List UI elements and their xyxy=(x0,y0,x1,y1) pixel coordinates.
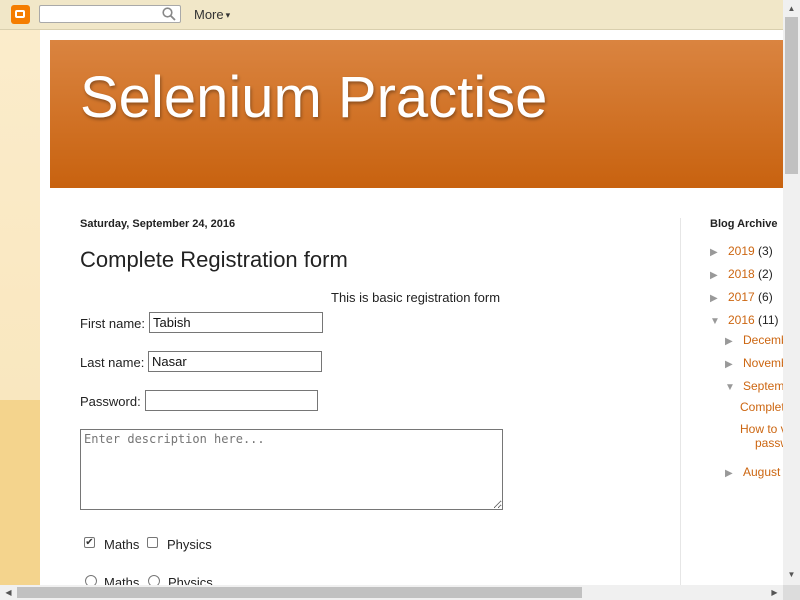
archive-month-link[interactable]: September xyxy=(743,379,783,393)
form-intro-text: This is basic registration form xyxy=(331,290,501,305)
blog-header: Selenium Practise xyxy=(50,40,783,188)
blog-archive-title: Blog Archive xyxy=(710,218,778,230)
archive-month-november[interactable]: ▶November xyxy=(725,356,783,370)
archive-month-link[interactable]: December xyxy=(743,333,783,347)
archive-month-december[interactable]: ▶December xyxy=(725,333,783,347)
search-icon[interactable] xyxy=(162,7,176,21)
archive-month-september[interactable]: ▼September xyxy=(725,379,783,393)
sidebar-divider xyxy=(680,218,681,585)
expand-arrow-icon[interactable]: ▶ xyxy=(710,270,728,281)
scroll-right-icon[interactable]: ▶ xyxy=(766,585,783,600)
archive-post-link[interactable]: How to v xyxy=(740,422,783,436)
archive-post-how-to-verify-cont[interactable]: passw xyxy=(755,436,783,450)
horizontal-scroll-thumb[interactable] xyxy=(17,587,582,598)
archive-year-link[interactable]: 2017 xyxy=(728,290,755,304)
search-input[interactable] xyxy=(39,5,181,23)
blogger-icon[interactable] xyxy=(11,5,30,24)
maths-checkbox[interactable]: ✔ xyxy=(84,537,95,548)
collapse-arrow-icon[interactable]: ▼ xyxy=(710,316,728,327)
main-content: Selenium Practise Saturday, September 24… xyxy=(40,30,783,585)
horizontal-scrollbar[interactable]: ◀ ▶ xyxy=(0,585,783,600)
archive-post-link[interactable]: Complete Registration form xyxy=(740,400,783,414)
archive-year-link[interactable]: 2019 xyxy=(728,244,755,258)
vertical-scrollbar[interactable]: ▲ ▼ xyxy=(783,0,800,585)
archive-year-2017[interactable]: ▶ 2017 (6) xyxy=(710,290,773,304)
archive-month-link[interactable]: November xyxy=(743,356,783,370)
expand-arrow-icon[interactable]: ▶ xyxy=(725,468,743,479)
maths-radio[interactable] xyxy=(85,575,97,585)
physics-radio-label: Physics xyxy=(168,575,213,585)
description-textarea[interactable] xyxy=(80,429,503,510)
archive-post-link[interactable]: passw xyxy=(755,436,783,450)
archive-year-2016[interactable]: ▼ 2016 (11) xyxy=(710,313,779,327)
expand-arrow-icon[interactable]: ▶ xyxy=(710,247,728,258)
page-background-lower xyxy=(0,400,40,585)
archive-count: (11) xyxy=(758,313,779,327)
archive-month-link[interactable]: August xyxy=(743,465,780,479)
scrollbar-corner xyxy=(783,585,800,600)
last-name-field[interactable] xyxy=(148,351,322,372)
scroll-down-icon[interactable]: ▼ xyxy=(783,566,800,583)
first-name-field[interactable] xyxy=(149,312,323,333)
last-name-label: Last name: xyxy=(80,355,145,370)
blog-title[interactable]: Selenium Practise xyxy=(80,64,547,131)
password-field[interactable] xyxy=(145,390,318,411)
maths-checkbox-label: Maths xyxy=(104,537,140,552)
archive-month-august[interactable]: ▶ August xyxy=(725,465,780,479)
maths-radio-label: Maths xyxy=(104,575,140,585)
physics-checkbox[interactable] xyxy=(147,537,158,548)
collapse-arrow-icon[interactable]: ▼ xyxy=(725,382,743,393)
physics-radio[interactable] xyxy=(148,575,160,585)
first-name-label: First name: xyxy=(80,316,146,331)
archive-year-2019[interactable]: ▶ 2019 (3) xyxy=(710,244,773,258)
page-background xyxy=(0,30,40,400)
expand-arrow-icon[interactable]: ▶ xyxy=(725,359,743,370)
archive-post-how-to-verify[interactable]: How to v xyxy=(740,422,783,436)
post-title[interactable]: Complete Registration form xyxy=(80,247,348,273)
vertical-scroll-thumb[interactable] xyxy=(785,17,798,174)
scroll-left-icon[interactable]: ◀ xyxy=(0,585,17,600)
archive-post-complete-registration[interactable]: Complete Registration form xyxy=(740,400,783,414)
scroll-up-icon[interactable]: ▲ xyxy=(783,0,800,17)
expand-arrow-icon[interactable]: ▶ xyxy=(710,293,728,304)
physics-checkbox-label: Physics xyxy=(167,537,212,552)
post-date: Saturday, September 24, 2016 xyxy=(80,218,236,230)
archive-count: (6) xyxy=(758,290,773,304)
archive-count: (3) xyxy=(758,244,773,258)
archive-year-link[interactable]: 2018 xyxy=(728,267,755,281)
chevron-down-icon: ▾ xyxy=(225,10,231,20)
expand-arrow-icon[interactable]: ▶ xyxy=(725,336,743,347)
more-menu-button[interactable]: More ▾ xyxy=(194,7,230,22)
archive-year-link[interactable]: 2016 xyxy=(728,313,755,327)
password-label: Password: xyxy=(80,394,141,409)
archive-year-2018[interactable]: ▶ 2018 (2) xyxy=(710,267,773,281)
archive-count: (2) xyxy=(758,267,773,281)
more-label: More xyxy=(194,7,224,22)
blogger-navbar: More ▾ xyxy=(0,0,783,30)
